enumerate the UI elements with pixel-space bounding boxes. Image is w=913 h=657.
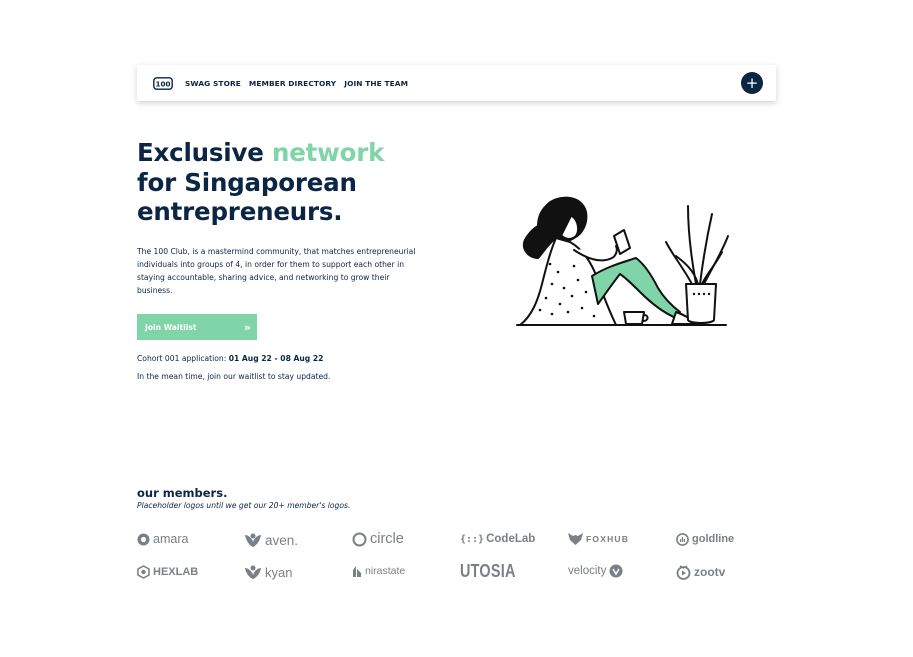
member-name: nirastate <box>365 565 406 577</box>
member-name: amara <box>153 532 189 546</box>
svg-text:100: 100 <box>155 79 170 88</box>
member-name: HEXLAB <box>153 566 199 578</box>
utosia-wordmark: UTOSIA <box>460 560 516 581</box>
headline-line2: for Singaporean <box>137 167 357 197</box>
top-navbar: 100 SWAG STORE MEMBER DIRECTORY JOIN THE… <box>137 65 776 101</box>
member-name: goldline <box>692 533 735 545</box>
club-logo-icon: 100 <box>153 76 173 90</box>
goldline-icon <box>676 532 689 546</box>
member-logo-circle: circle <box>352 530 404 548</box>
member-logo-nirastate: nirastate <box>352 562 405 580</box>
member-name: FOXHUB <box>586 534 630 544</box>
headline-accent: network <box>272 138 385 167</box>
members-subtitle: Placeholder logos until we get our 20+ m… <box>137 501 351 510</box>
nav-link-join-the-team[interactable]: JOIN THE TEAM <box>344 79 408 88</box>
club-logo[interactable]: 100 <box>153 76 173 90</box>
members-title: our members. <box>137 486 228 500</box>
double-chevron-right-icon: » <box>243 320 251 334</box>
member-logo-hexlab: HEXLAB <box>137 563 198 581</box>
member-logo-zootv: zootv <box>676 563 725 581</box>
zootv-icon <box>676 564 691 580</box>
aven-icon <box>245 533 261 547</box>
circle-icon <box>352 532 367 546</box>
member-logo-goldline: goldline <box>676 530 734 548</box>
member-logo-amara: amara <box>137 530 188 548</box>
member-logo-foxhub: FOXHUB <box>568 530 629 548</box>
velocity-icon <box>609 564 623 578</box>
headline-part1: Exclusive <box>137 138 272 167</box>
foxhub-icon <box>568 533 583 545</box>
reading-woman-illustration <box>516 196 729 326</box>
waitlist-note: In the mean time, join our waitlist to s… <box>137 372 331 381</box>
member-name: zootv <box>694 565 726 579</box>
cohort-dates: 01 Aug 22 - 08 Aug 22 <box>228 354 324 363</box>
nirastate-icon <box>353 566 361 577</box>
cohort-label: Cohort 001 application: <box>137 354 229 363</box>
member-name: velocity <box>568 565 607 577</box>
kyan-icon <box>245 565 261 579</box>
member-name: aven. <box>265 532 299 548</box>
nav-link-swag-store[interactable]: SWAG STORE <box>185 79 241 88</box>
join-waitlist-label: Join Waitlist <box>145 322 197 332</box>
member-logo-utosia: UTOSIA <box>460 560 529 581</box>
member-logo-codelab: {::} CodeLab <box>460 530 535 548</box>
member-name: circle <box>370 531 404 547</box>
join-waitlist-button[interactable]: Join Waitlist » <box>137 314 257 340</box>
cohort-info: Cohort 001 application: 01 Aug 22 - 08 A… <box>137 354 323 363</box>
nav-link-member-directory[interactable]: MEMBER DIRECTORY <box>249 79 336 88</box>
member-logo-aven: aven. <box>244 531 298 549</box>
hexlab-icon <box>137 565 150 579</box>
plus-button[interactable]: + <box>741 72 763 94</box>
codelab-icon: {::} <box>460 533 485 545</box>
hero-headline: Exclusive network for Singaporean entrepre… <box>137 138 384 227</box>
member-name: CodeLab <box>486 533 536 545</box>
hero-intro: The 100 Club, is a mastermind community,… <box>137 247 416 295</box>
member-logo-velocity: velocity <box>568 562 623 580</box>
member-name: kyan <box>265 564 293 580</box>
nav-links: SWAG STORE MEMBER DIRECTORY JOIN THE TEA… <box>185 79 408 88</box>
member-logo-kyan: kyan <box>244 563 292 581</box>
headline-line3: entrepreneurs. <box>137 197 343 226</box>
amara-icon <box>137 533 150 545</box>
